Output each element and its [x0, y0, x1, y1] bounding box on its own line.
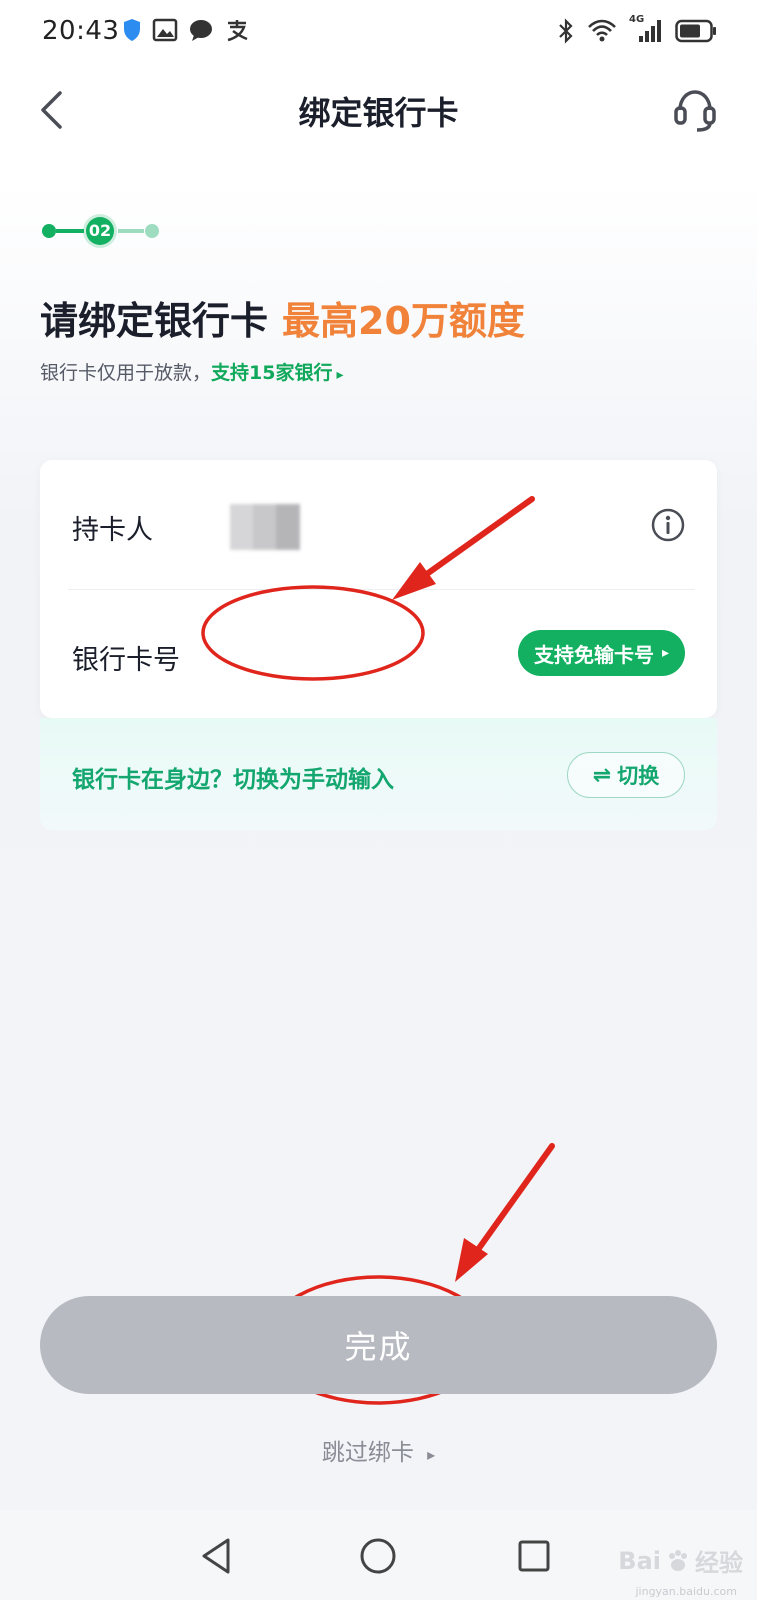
info-icon[interactable]	[651, 508, 685, 542]
subline: 银行卡仅用于放款，支持15家银行 ▸	[40, 358, 344, 385]
caret-right-icon: ▸	[427, 1445, 436, 1464]
headset-icon	[674, 90, 716, 132]
home-circle-icon[interactable]	[356, 1534, 400, 1578]
headline-accent: 最高20万额度	[282, 299, 525, 343]
page-title: 绑定银行卡	[298, 94, 459, 132]
skip-binding-label: 跳过绑卡	[321, 1440, 414, 1466]
baidu-watermark: Bai 经验	[618, 1543, 743, 1578]
back-triangle-icon[interactable]	[196, 1534, 240, 1578]
caret-right-icon: ▸	[336, 367, 344, 383]
current-step-number: 02	[88, 221, 112, 240]
switch-button-label: 切换	[617, 764, 660, 788]
status-icons-right: 4G	[557, 14, 717, 44]
done-button[interactable]: 完成	[40, 1296, 717, 1394]
shield-icon	[124, 19, 140, 41]
scan-card-button-label: 支持免输卡号	[533, 642, 654, 667]
card-holder-value-redacted	[230, 504, 300, 550]
card-number-input[interactable]	[230, 630, 490, 680]
subline-text: 银行卡仅用于放款，	[40, 362, 212, 384]
skip-binding-link[interactable]: 跳过绑卡 ▸	[0, 1433, 757, 1467]
status-icons-left	[122, 18, 250, 42]
paw-icon	[669, 1549, 687, 1571]
supported-banks-link-label: 支持15家银行	[211, 362, 333, 384]
switch-arrows-icon: ⇌	[592, 762, 612, 788]
manual-input-prompt: 银行卡在身边？切换为手动输入	[72, 767, 394, 793]
scan-card-button[interactable]: 支持免输卡号 ▸	[517, 630, 685, 676]
watermark-brand-cn: 经验	[695, 1549, 743, 1577]
status-time: 20:43	[42, 16, 120, 46]
card-number-row: 银行卡号 支持免输卡号 ▸	[40, 590, 717, 718]
bank-card-form: 持卡人 银行卡号 支持免输卡号 ▸	[40, 460, 717, 718]
card-holder-label: 持卡人	[72, 515, 153, 546]
caret-right-icon: ▸	[661, 645, 669, 661]
gallery-icon	[152, 18, 178, 42]
watermark-brand: Bai	[618, 1546, 661, 1575]
bluetooth-icon	[559, 18, 573, 44]
headline: 请绑定银行卡 最高20万额度	[40, 290, 525, 345]
status-bar: 20:43 4G	[0, 0, 757, 64]
navigation-header: 绑定银行卡	[0, 70, 757, 150]
recents-square-icon[interactable]	[512, 1534, 556, 1578]
alipay-icon	[227, 20, 248, 42]
manual-input-bar: 银行卡在身边？切换为手动输入 ⇌ 切换	[40, 718, 717, 830]
done-button-label: 完成	[344, 1328, 413, 1366]
card-holder-row: 持卡人	[40, 460, 717, 588]
wifi-icon	[588, 19, 616, 42]
supported-banks-link[interactable]: 支持15家银行 ▸	[211, 362, 343, 384]
system-navigation-bar: Bai 经验 jingyan.baidu.com	[0, 1510, 757, 1600]
customer-service-button[interactable]	[667, 82, 723, 138]
watermark-site: jingyan.baidu.com	[635, 1585, 737, 1598]
card-number-label: 银行卡号	[72, 645, 180, 676]
signal-icon: 4G	[629, 14, 663, 44]
step-indicator: 02	[40, 214, 170, 248]
battery-icon	[675, 19, 716, 43]
chat-icon	[190, 20, 212, 41]
switch-input-button[interactable]: ⇌ 切换	[567, 752, 685, 798]
headline-main: 请绑定银行卡	[40, 299, 269, 343]
